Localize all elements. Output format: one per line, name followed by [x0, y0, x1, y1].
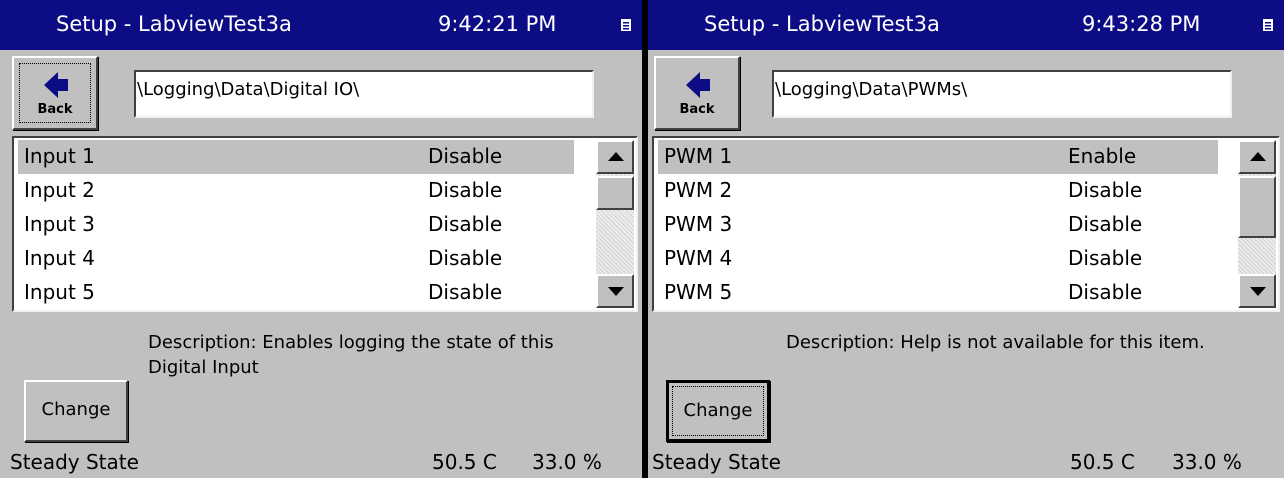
status-temperature: 50.5 C — [1070, 450, 1135, 474]
down-arrow-icon — [608, 287, 624, 296]
window-icon[interactable] — [620, 18, 632, 32]
left-arrow-icon — [44, 72, 68, 98]
description-text: Description: Help is not available for t… — [786, 330, 1205, 355]
item-name: PWM 5 — [664, 280, 733, 304]
change-button-label: Change — [41, 399, 111, 420]
item-value: Disable — [428, 246, 503, 270]
item-name: Input 2 — [24, 178, 95, 202]
vertical-scrollbar[interactable] — [596, 140, 634, 308]
left-arrow-icon — [686, 72, 710, 98]
item-value: Disable — [1068, 246, 1143, 270]
list-item[interactable]: PWM 2 Disable — [658, 174, 1218, 208]
description-line: Digital Input — [148, 357, 259, 378]
up-arrow-icon — [608, 152, 624, 161]
item-value: Disable — [428, 144, 503, 168]
status-percent: 33.0 % — [532, 450, 602, 474]
item-name: Input 4 — [24, 246, 95, 270]
list-item[interactable]: PWM 3 Disable — [658, 208, 1218, 242]
list-item[interactable]: PWM 4 Disable — [658, 242, 1218, 276]
status-state: Steady State — [652, 450, 781, 474]
scroll-up-button[interactable] — [1238, 140, 1276, 174]
description-line: Description: Help is not available for t… — [786, 332, 1205, 353]
scroll-thumb[interactable] — [596, 176, 634, 210]
back-button[interactable]: Back — [12, 56, 98, 130]
item-value: Disable — [428, 178, 503, 202]
back-button-label: Back — [679, 102, 715, 117]
setup-panel-right: Setup - LabviewTest3a 9:43:28 PM Back \L… — [648, 0, 1284, 478]
change-button-label: Change — [683, 400, 753, 421]
back-button-label: Back — [37, 102, 73, 117]
path-field[interactable]: \Logging\Data\PWMs\ — [772, 70, 1232, 118]
scroll-down-button[interactable] — [596, 274, 634, 308]
list-item[interactable]: PWM 1 Enable — [658, 140, 1218, 174]
scroll-down-button[interactable] — [1238, 274, 1276, 308]
description-line: Description: Enables logging the state o… — [148, 332, 554, 353]
status-temperature: 50.5 C — [432, 450, 497, 474]
item-value: Disable — [1068, 280, 1143, 304]
list-item[interactable]: PWM 5 Disable — [658, 276, 1218, 310]
status-state: Steady State — [10, 450, 139, 474]
item-value: Disable — [428, 212, 503, 236]
window-title: Setup - LabviewTest3a — [704, 12, 940, 36]
window-title: Setup - LabviewTest3a — [56, 12, 292, 36]
vertical-scrollbar[interactable] — [1238, 140, 1276, 308]
list-item[interactable]: Input 4 Disable — [18, 242, 574, 276]
clock: 9:43:28 PM — [1082, 12, 1201, 36]
setup-panel-left: Setup - LabviewTest3a 9:42:21 PM Back \L… — [0, 0, 642, 478]
item-name: PWM 4 — [664, 246, 733, 270]
list-item[interactable]: Input 5 Disable — [18, 276, 574, 310]
list-item[interactable]: Input 1 Disable — [18, 140, 574, 174]
item-name: Input 3 — [24, 212, 95, 236]
list-item[interactable]: Input 3 Disable — [18, 208, 574, 242]
item-name: PWM 1 — [664, 144, 733, 168]
back-button[interactable]: Back — [654, 56, 740, 130]
item-value: Enable — [1068, 144, 1137, 168]
window-icon[interactable] — [1262, 18, 1274, 32]
settings-list[interactable]: Input 1 Disable Input 2 Disable Input 3 … — [12, 136, 638, 312]
change-button[interactable]: Change — [666, 380, 770, 442]
item-name: Input 1 — [24, 144, 95, 168]
item-value: Disable — [428, 280, 503, 304]
item-name: PWM 2 — [664, 178, 733, 202]
scroll-thumb[interactable] — [1238, 176, 1276, 238]
path-field[interactable]: \Logging\Data\Digital IO\ — [134, 70, 594, 118]
scroll-up-button[interactable] — [596, 140, 634, 174]
description-text: Description: Enables logging the state o… — [148, 330, 554, 380]
item-value: Disable — [1068, 212, 1143, 236]
status-percent: 33.0 % — [1172, 450, 1242, 474]
title-bar: Setup - LabviewTest3a 9:43:28 PM — [648, 0, 1284, 50]
settings-list[interactable]: PWM 1 Enable PWM 2 Disable PWM 3 Disable… — [652, 136, 1280, 312]
clock: 9:42:21 PM — [438, 12, 557, 36]
item-name: PWM 3 — [664, 212, 733, 236]
title-bar: Setup - LabviewTest3a 9:42:21 PM — [0, 0, 642, 50]
list-item[interactable]: Input 2 Disable — [18, 174, 574, 208]
down-arrow-icon — [1250, 287, 1266, 296]
up-arrow-icon — [1250, 152, 1266, 161]
item-value: Disable — [1068, 178, 1143, 202]
item-name: Input 5 — [24, 280, 95, 304]
change-button[interactable]: Change — [24, 380, 128, 442]
